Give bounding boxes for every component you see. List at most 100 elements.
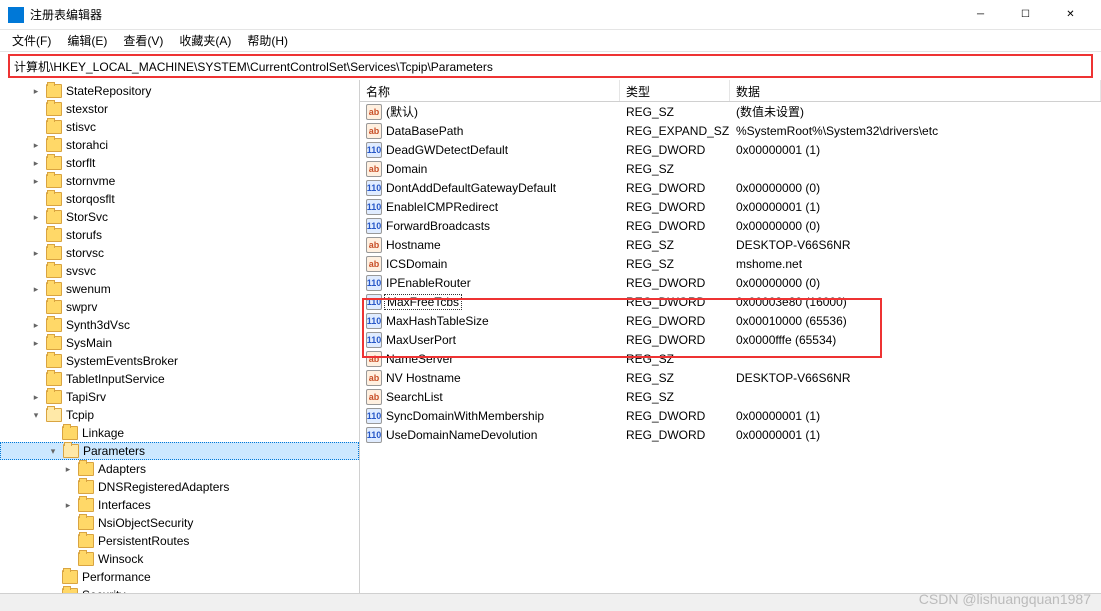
list-row[interactable]: 110SyncDomainWithMembershipREG_DWORD0x00… bbox=[360, 406, 1101, 425]
tree-item[interactable]: Performance bbox=[0, 568, 359, 586]
col-header-type[interactable]: 类型 bbox=[620, 80, 730, 101]
menu-favorites[interactable]: 收藏夹(A) bbox=[171, 30, 239, 51]
list-row[interactable]: 110MaxHashTableSizeREG_DWORD0x00010000 (… bbox=[360, 311, 1101, 330]
list-row[interactable]: 110UseDomainNameDevolutionREG_DWORD0x000… bbox=[360, 425, 1101, 444]
maximize-button[interactable]: ☐ bbox=[1003, 1, 1048, 29]
tree-item[interactable]: ▸StorSvc bbox=[0, 208, 359, 226]
minimize-button[interactable]: ─ bbox=[958, 1, 1003, 29]
chevron-icon[interactable]: ▸ bbox=[30, 157, 42, 169]
tree-item[interactable]: NsiObjectSecurity bbox=[0, 514, 359, 532]
list-row[interactable]: 110DeadGWDetectDefaultREG_DWORD0x0000000… bbox=[360, 140, 1101, 159]
list-row[interactable]: abNV HostnameREG_SZDESKTOP-V66S6NR bbox=[360, 368, 1101, 387]
tree-item[interactable]: storufs bbox=[0, 226, 359, 244]
tree-item[interactable]: Winsock bbox=[0, 550, 359, 568]
menu-edit[interactable]: 编辑(E) bbox=[59, 30, 115, 51]
list-row[interactable]: abDomainREG_SZ bbox=[360, 159, 1101, 178]
value-data: DESKTOP-V66S6NR bbox=[730, 237, 1101, 253]
tree-item[interactable]: ▾Parameters bbox=[0, 442, 359, 460]
list-row[interactable]: 110EnableICMPRedirectREG_DWORD0x00000001… bbox=[360, 197, 1101, 216]
tree-item[interactable]: Linkage bbox=[0, 424, 359, 442]
tree-item[interactable]: ▾Tcpip bbox=[0, 406, 359, 424]
tree-item-label: Interfaces bbox=[98, 498, 151, 512]
chevron-icon[interactable]: ▾ bbox=[47, 445, 59, 457]
folder-icon bbox=[78, 534, 94, 548]
chevron-icon[interactable] bbox=[30, 103, 42, 115]
tree-item[interactable]: swprv bbox=[0, 298, 359, 316]
menu-help[interactable]: 帮助(H) bbox=[239, 30, 296, 51]
col-header-name[interactable]: 名称 bbox=[360, 80, 620, 101]
chevron-icon[interactable]: ▸ bbox=[30, 175, 42, 187]
tree-item[interactable]: Security bbox=[0, 586, 359, 593]
col-header-data[interactable]: 数据 bbox=[730, 80, 1101, 101]
tree-item[interactable]: DNSRegisteredAdapters bbox=[0, 478, 359, 496]
menu-view[interactable]: 查看(V) bbox=[115, 30, 171, 51]
tree-item[interactable]: TabletInputService bbox=[0, 370, 359, 388]
list-row[interactable]: 110MaxFreeTcbsREG_DWORD0x00003e80 (16000… bbox=[360, 292, 1101, 311]
tree-panel[interactable]: ▸StateRepositorystexstorstisvc▸storahci▸… bbox=[0, 80, 360, 593]
menu-file[interactable]: 文件(F) bbox=[4, 30, 59, 51]
list-row[interactable]: 110IPEnableRouterREG_DWORD0x00000000 (0) bbox=[360, 273, 1101, 292]
list-row[interactable]: abSearchListREG_SZ bbox=[360, 387, 1101, 406]
value-type-icon: ab bbox=[366, 351, 382, 367]
chevron-icon[interactable] bbox=[62, 481, 74, 493]
chevron-icon[interactable] bbox=[30, 265, 42, 277]
folder-icon bbox=[46, 210, 62, 224]
value-name: (默认) bbox=[386, 103, 418, 120]
chevron-icon[interactable] bbox=[46, 589, 58, 593]
list-row[interactable]: abHostnameREG_SZDESKTOP-V66S6NR bbox=[360, 235, 1101, 254]
tree-item[interactable]: ▸ Interfaces bbox=[0, 496, 359, 514]
chevron-icon[interactable] bbox=[30, 373, 42, 385]
chevron-icon[interactable] bbox=[30, 355, 42, 367]
tree-item[interactable]: svsvc bbox=[0, 262, 359, 280]
chevron-icon[interactable]: ▸ bbox=[30, 211, 42, 223]
tree-item[interactable]: ▸ Adapters bbox=[0, 460, 359, 478]
chevron-icon[interactable] bbox=[46, 427, 58, 439]
close-button[interactable]: ✕ bbox=[1048, 1, 1093, 29]
chevron-icon[interactable] bbox=[62, 553, 74, 565]
tree-item[interactable]: ▸TapiSrv bbox=[0, 388, 359, 406]
list-row[interactable]: abICSDomainREG_SZmshome.net bbox=[360, 254, 1101, 273]
chevron-icon[interactable]: ▸ bbox=[62, 463, 74, 475]
chevron-icon[interactable]: ▸ bbox=[62, 499, 74, 511]
tree-item[interactable]: ▸Synth3dVsc bbox=[0, 316, 359, 334]
list-row[interactable]: ab(默认)REG_SZ(数值未设置) bbox=[360, 102, 1101, 121]
address-bar[interactable]: 计算机\HKEY_LOCAL_MACHINE\SYSTEM\CurrentCon… bbox=[8, 54, 1093, 78]
chevron-icon[interactable] bbox=[30, 301, 42, 313]
value-type: REG_SZ bbox=[620, 370, 730, 386]
folder-icon bbox=[46, 354, 62, 368]
list-row[interactable]: 110MaxUserPortREG_DWORD0x0000fffe (65534… bbox=[360, 330, 1101, 349]
tree-item[interactable]: storqosflt bbox=[0, 190, 359, 208]
chevron-icon[interactable]: ▾ bbox=[30, 409, 42, 421]
chevron-icon[interactable] bbox=[46, 571, 58, 583]
chevron-icon[interactable]: ▸ bbox=[30, 337, 42, 349]
list-row[interactable]: 110ForwardBroadcastsREG_DWORD0x00000000 … bbox=[360, 216, 1101, 235]
tree-item[interactable]: ▸storflt bbox=[0, 154, 359, 172]
tree-item[interactable]: PersistentRoutes bbox=[0, 532, 359, 550]
tree-item[interactable]: ▸SysMain bbox=[0, 334, 359, 352]
list-row[interactable]: abNameServerREG_SZ bbox=[360, 349, 1101, 368]
chevron-icon[interactable]: ▸ bbox=[30, 283, 42, 295]
chevron-icon[interactable]: ▸ bbox=[30, 319, 42, 331]
chevron-icon[interactable]: ▸ bbox=[30, 391, 42, 403]
chevron-icon[interactable] bbox=[30, 193, 42, 205]
tree-item[interactable]: ▸swenum bbox=[0, 280, 359, 298]
tree-item[interactable]: SystemEventsBroker bbox=[0, 352, 359, 370]
list-row[interactable]: 110DontAddDefaultGatewayDefaultREG_DWORD… bbox=[360, 178, 1101, 197]
list-panel[interactable]: 名称 类型 数据 ab(默认)REG_SZ(数值未设置)abDataBasePa… bbox=[360, 80, 1101, 593]
chevron-icon[interactable] bbox=[30, 121, 42, 133]
chevron-icon[interactable]: ▸ bbox=[30, 85, 42, 97]
chevron-icon[interactable] bbox=[62, 517, 74, 529]
tree-item[interactable]: ▸storahci bbox=[0, 136, 359, 154]
chevron-icon[interactable]: ▸ bbox=[30, 247, 42, 259]
tree-item[interactable]: ▸StateRepository bbox=[0, 82, 359, 100]
chevron-icon[interactable] bbox=[62, 535, 74, 547]
tree-item-label: Adapters bbox=[98, 462, 146, 476]
value-data: 0x0000fffe (65534) bbox=[730, 332, 1101, 348]
tree-item[interactable]: ▸storvsc bbox=[0, 244, 359, 262]
tree-item[interactable]: stisvc bbox=[0, 118, 359, 136]
chevron-icon[interactable] bbox=[30, 229, 42, 241]
tree-item[interactable]: stexstor bbox=[0, 100, 359, 118]
tree-item[interactable]: ▸stornvme bbox=[0, 172, 359, 190]
chevron-icon[interactable]: ▸ bbox=[30, 139, 42, 151]
list-row[interactable]: abDataBasePathREG_EXPAND_SZ%SystemRoot%\… bbox=[360, 121, 1101, 140]
